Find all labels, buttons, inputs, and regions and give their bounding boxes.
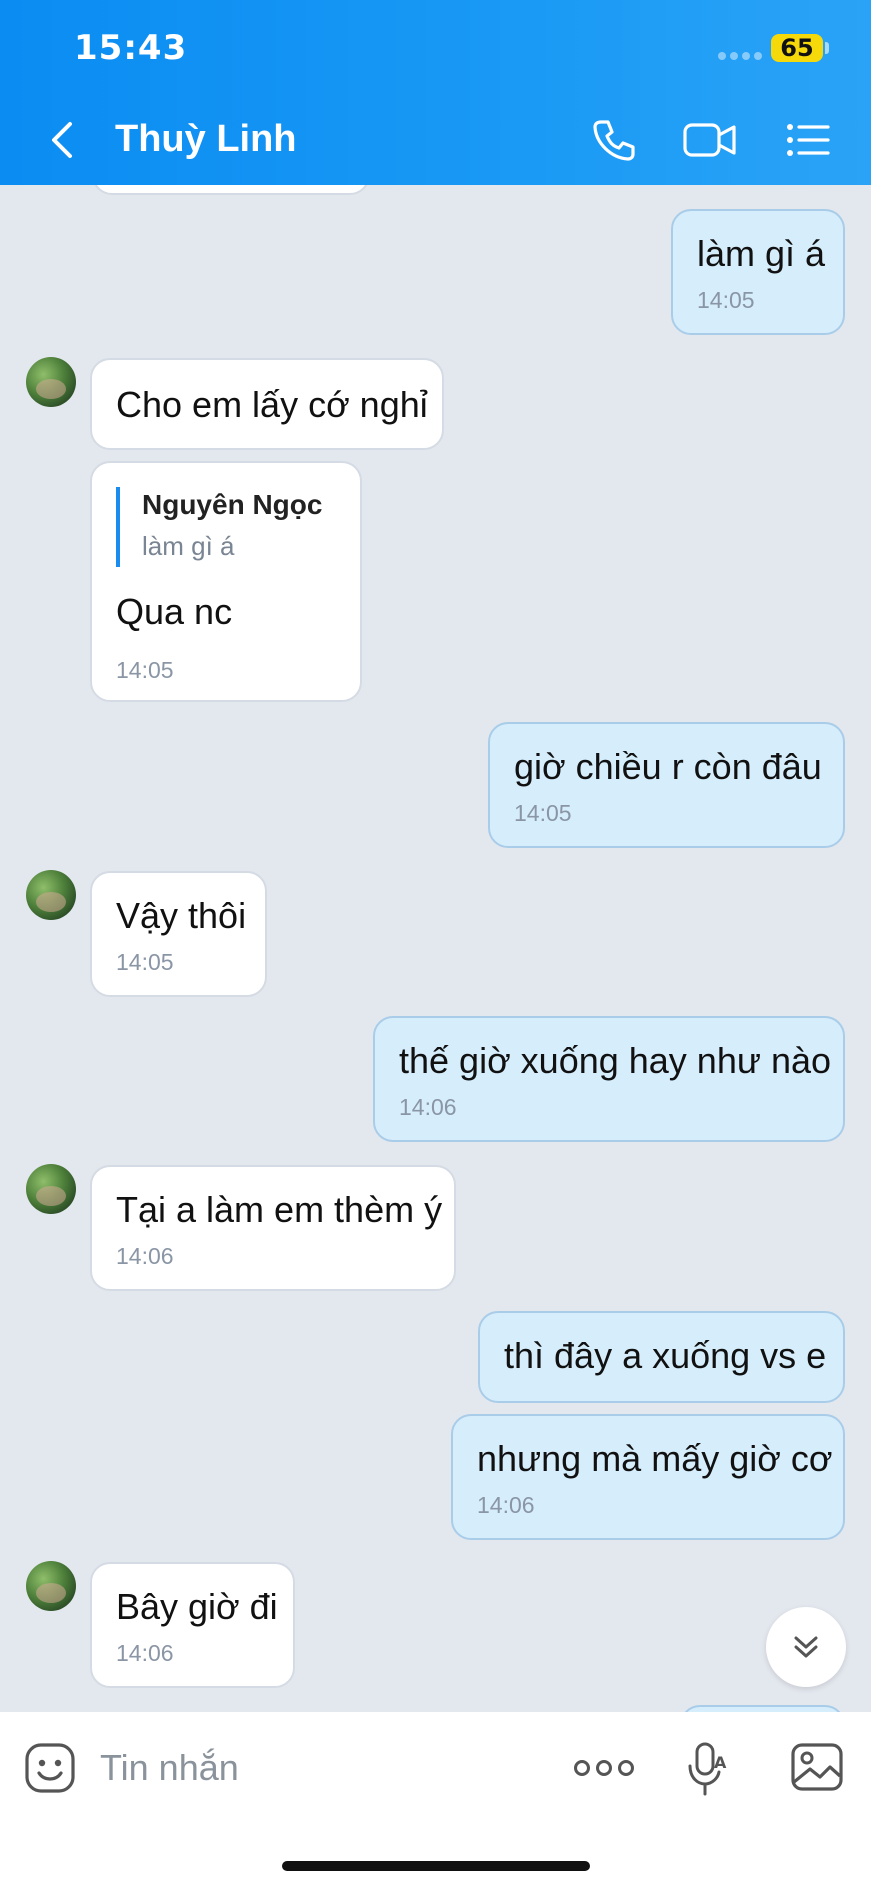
battery-icon: 65	[771, 34, 823, 62]
message-text: Bây giờ đi	[116, 1586, 278, 1627]
message-time: 14:06	[116, 1243, 174, 1269]
battery-tip	[825, 42, 829, 54]
message-time: 14:05	[697, 287, 755, 313]
message-bubble-partial	[92, 185, 370, 195]
message-text: Qua nc	[116, 591, 233, 632]
more-options-button[interactable]	[574, 1750, 634, 1786]
message-bubble-outgoing[interactable]: làm gì á 14:05	[671, 209, 845, 335]
message-bubble-incoming[interactable]: Vậy thôi 14:05	[90, 871, 267, 997]
message-text: Vậy thôi	[116, 895, 247, 936]
quoted-message[interactable]: Nguyên Ngọc làm gì á	[116, 487, 336, 567]
dot-icon	[596, 1760, 612, 1776]
message-time: 14:05	[116, 657, 174, 683]
composer-bar: A	[0, 1712, 871, 1884]
video-call-button[interactable]	[680, 112, 740, 168]
chat-header: 15:43 65 Thuỳ Linh	[0, 0, 871, 185]
message-text: thế giờ xuống hay như nào	[399, 1040, 832, 1081]
video-camera-icon	[683, 123, 736, 157]
message-time: 14:06	[477, 1492, 535, 1518]
back-button[interactable]	[38, 112, 86, 168]
message-list[interactable]: làm gì á 14:05 Cho em lấy cớ nghỉ Nguyên…	[0, 185, 871, 1712]
emoji-button[interactable]	[24, 1742, 76, 1794]
double-chevron-down-icon	[794, 1636, 818, 1658]
list-menu-icon	[787, 124, 830, 156]
message-time: 14:05	[514, 800, 572, 826]
message-bubble-incoming[interactable]: Bây giờ đi 14:06	[90, 1562, 295, 1688]
quote-text: làm gì á	[142, 531, 235, 561]
message-bubble-outgoing[interactable]: nhưng mà mấy giờ cơ 14:06	[451, 1414, 845, 1540]
voice-call-button[interactable]	[584, 112, 644, 168]
message-time: 14:06	[116, 1640, 174, 1666]
message-bubble-outgoing[interactable]: thì đây a xuống vs e	[478, 1311, 845, 1403]
dot-icon	[618, 1760, 634, 1776]
signal-icon	[718, 52, 764, 60]
microphone-icon: A	[688, 1742, 727, 1796]
image-icon	[791, 1743, 843, 1791]
phone-icon	[593, 120, 635, 161]
message-text: thì đây a xuống vs e	[504, 1335, 827, 1376]
message-text: giờ chiều r còn đâu	[514, 746, 822, 787]
message-text: Tại a làm em thèm ý	[116, 1189, 443, 1230]
message-bubble-partial	[680, 1705, 845, 1712]
message-bubble-outgoing[interactable]: giờ chiều r còn đâu 14:05	[488, 722, 845, 848]
avatar[interactable]	[26, 1164, 76, 1214]
reply-message-bubble[interactable]: Nguyên Ngọc làm gì á Qua nc 14:05	[90, 461, 362, 702]
avatar[interactable]	[26, 357, 76, 407]
message-time: 14:06	[399, 1094, 457, 1120]
svg-text:A: A	[714, 1753, 727, 1772]
gallery-button[interactable]	[790, 1742, 844, 1792]
quote-author: Nguyên Ngọc	[142, 489, 323, 520]
message-bubble-outgoing[interactable]: thế giờ xuống hay như nào 14:06	[373, 1016, 845, 1142]
menu-button[interactable]	[778, 112, 838, 168]
voice-message-button[interactable]: A	[686, 1740, 730, 1798]
home-indicator	[282, 1861, 590, 1871]
message-text: nhưng mà mấy giờ cơ	[477, 1438, 833, 1479]
message-time: 14:05	[116, 949, 174, 975]
avatar[interactable]	[26, 870, 76, 920]
message-bubble-incoming[interactable]: Cho em lấy cớ nghỉ	[90, 358, 444, 450]
avatar[interactable]	[26, 1561, 76, 1611]
message-input[interactable]	[100, 1740, 520, 1796]
emoji-icon	[25, 1743, 75, 1793]
message-text: làm gì á	[697, 233, 826, 274]
status-time: 15:43	[74, 28, 188, 68]
scroll-to-bottom-button[interactable]	[766, 1607, 846, 1687]
message-text: Cho em lấy cớ nghỉ	[116, 384, 428, 425]
dot-icon	[574, 1760, 590, 1776]
message-bubble-incoming[interactable]: Tại a làm em thèm ý 14:06	[90, 1165, 456, 1291]
contact-name[interactable]: Thuỳ Linh	[115, 118, 297, 161]
chevron-left-icon	[52, 122, 72, 158]
